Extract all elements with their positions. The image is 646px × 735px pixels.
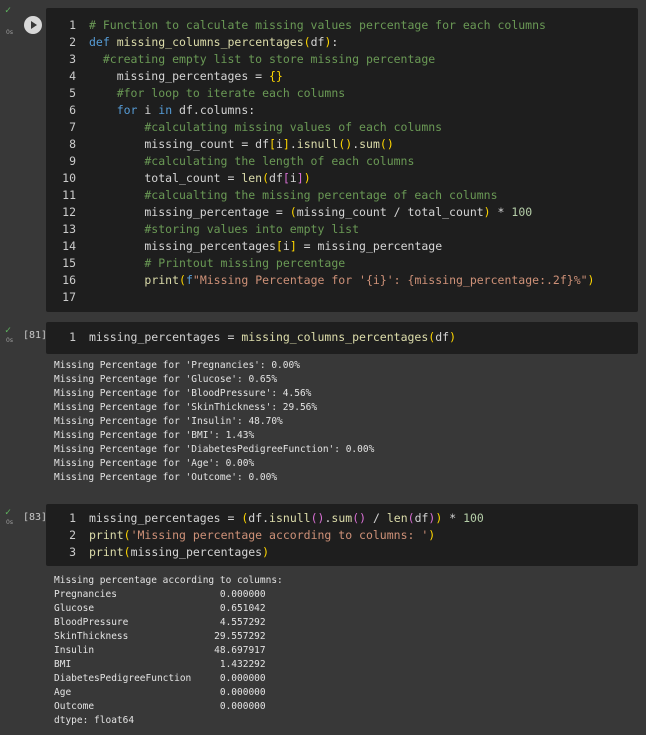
code-line: #storing values into empty list <box>89 222 360 236</box>
check-icon: ✓ <box>5 325 12 336</box>
line-number: 1 <box>69 18 76 32</box>
line-number: 3 <box>69 52 76 66</box>
run-cell-button[interactable] <box>24 16 42 34</box>
execution-count: [81] <box>23 330 48 341</box>
output-line: Age 0.000000 <box>54 687 266 698</box>
cell-2-editor[interactable]: 1 missing_percentages = missing_columns_… <box>46 322 638 354</box>
code-line: total_count = len(df[i]) <box>89 171 311 185</box>
line-number: 15 <box>62 256 76 270</box>
cell-1-editor[interactable]: 1 2 3 4 5 6 7 8 9 10 11 12 13 14 15 16 1… <box>46 8 638 312</box>
output-line: Missing Percentage for 'Glucose': 0.65% <box>54 374 278 385</box>
line-number: 1 <box>69 330 76 344</box>
code-cell-3[interactable]: ✓ 0s [83] 1 2 3 missing_percentages = (d… <box>0 498 646 735</box>
line-number: 10 <box>62 171 76 185</box>
code-line: #calculating the length of each columns <box>89 154 415 168</box>
line-number: 9 <box>69 154 76 168</box>
code-line: missing_percentage = (missing_count / to… <box>89 205 533 219</box>
code-line: missing_percentages = {} <box>89 69 283 83</box>
output-line: dtype: float64 <box>54 715 135 726</box>
check-icon: ✓ <box>5 507 12 518</box>
output-line: DiabetesPedigreeFunction 0.000000 <box>54 673 266 684</box>
code-line: missing_percentages[i] = missing_percent… <box>89 239 443 253</box>
output-line: Glucose 0.651042 <box>54 603 266 614</box>
cell-2-output: Missing Percentage for 'Pregnancies': 0.… <box>0 356 646 492</box>
code-line: missing_count = df[i].isnull().sum() <box>89 137 394 151</box>
output-line: SkinThickness 29.557292 <box>54 631 266 642</box>
output-line: Missing Percentage for 'Outcome': 0.00% <box>54 472 278 483</box>
output-line: Insulin 48.697917 <box>54 645 266 656</box>
code-cell-2[interactable]: ✓ 0s [81] 1 missing_percentages = missin… <box>0 316 646 492</box>
code-line: def missing_columns_percentages(df): <box>89 35 339 49</box>
code-line: #for loop to iterate each columns <box>89 86 346 100</box>
line-number: 2 <box>69 35 76 49</box>
line-number: 17 <box>62 290 76 304</box>
output-line: Outcome 0.000000 <box>54 701 266 712</box>
output-line: Missing Percentage for 'SkinThickness': … <box>54 402 318 413</box>
cell-1-gutter: ✓ 0s <box>0 0 46 316</box>
execution-time: 0s <box>6 29 13 36</box>
line-number: 6 <box>69 103 76 117</box>
line-number: 16 <box>62 273 76 287</box>
line-number: 13 <box>62 222 76 236</box>
cell-3-output: Missing percentage according to columns:… <box>0 570 646 730</box>
output-line: BloodPressure 4.557292 <box>54 617 266 628</box>
output-line: BMI 1.432292 <box>54 659 266 670</box>
line-number: 2 <box>69 528 76 542</box>
output-line: Missing Percentage for 'BloodPressure': … <box>54 388 312 399</box>
code-line: # Function to calculate missing values p… <box>89 18 546 32</box>
line-number: 5 <box>69 86 76 100</box>
code-line: # Printout missing percentage <box>89 256 346 270</box>
execution-count: [83] <box>23 512 48 523</box>
line-number: 3 <box>69 545 76 559</box>
line-number: 7 <box>69 120 76 134</box>
output-line: Missing Percentage for 'Pregnancies': 0.… <box>54 360 300 371</box>
line-number: 4 <box>69 69 76 83</box>
line-number: 11 <box>62 188 76 202</box>
line-number: 1 <box>69 511 76 525</box>
line-number: 8 <box>69 137 76 151</box>
output-line: Missing Percentage for 'BMI': 1.43% <box>54 430 255 441</box>
code-line: print(missing_percentages) <box>89 545 270 559</box>
output-line: Missing Percentage for 'Age': 0.00% <box>54 458 255 469</box>
line-number: 14 <box>62 239 76 253</box>
code-line: #calcualting the missing percentage of e… <box>89 188 498 202</box>
output-line: Pregnancies 0.000000 <box>54 589 266 600</box>
code-line: for i in df.columns: <box>116 103 256 117</box>
execution-time: 0s <box>6 337 13 344</box>
code-line: #calculating missing values of each colu… <box>89 120 443 134</box>
code-line: missing_percentages = (df.isnull().sum()… <box>89 511 484 525</box>
code-line: missing_percentages = missing_columns_pe… <box>89 330 456 344</box>
cell-3-editor[interactable]: 1 2 3 missing_percentages = (df.isnull()… <box>46 504 638 566</box>
execution-time: 0s <box>6 519 13 526</box>
code-cell-1[interactable]: ✓ 0s 1 2 3 4 5 6 7 8 9 10 11 12 13 14 15… <box>0 0 646 316</box>
code-line: print('Missing percentage according to c… <box>89 528 436 542</box>
check-icon: ✓ <box>5 5 12 16</box>
code-line: print(f"Missing Percentage for '{i}': {m… <box>144 273 595 287</box>
output-line: Missing Percentage for 'Insulin': 48.70% <box>54 416 283 427</box>
output-line: Missing percentage according to columns: <box>54 575 283 586</box>
code-line: #creating empty list to store missing pe… <box>89 52 436 66</box>
output-line: Missing Percentage for 'DiabetesPedigree… <box>54 444 375 455</box>
line-number: 12 <box>62 205 76 219</box>
